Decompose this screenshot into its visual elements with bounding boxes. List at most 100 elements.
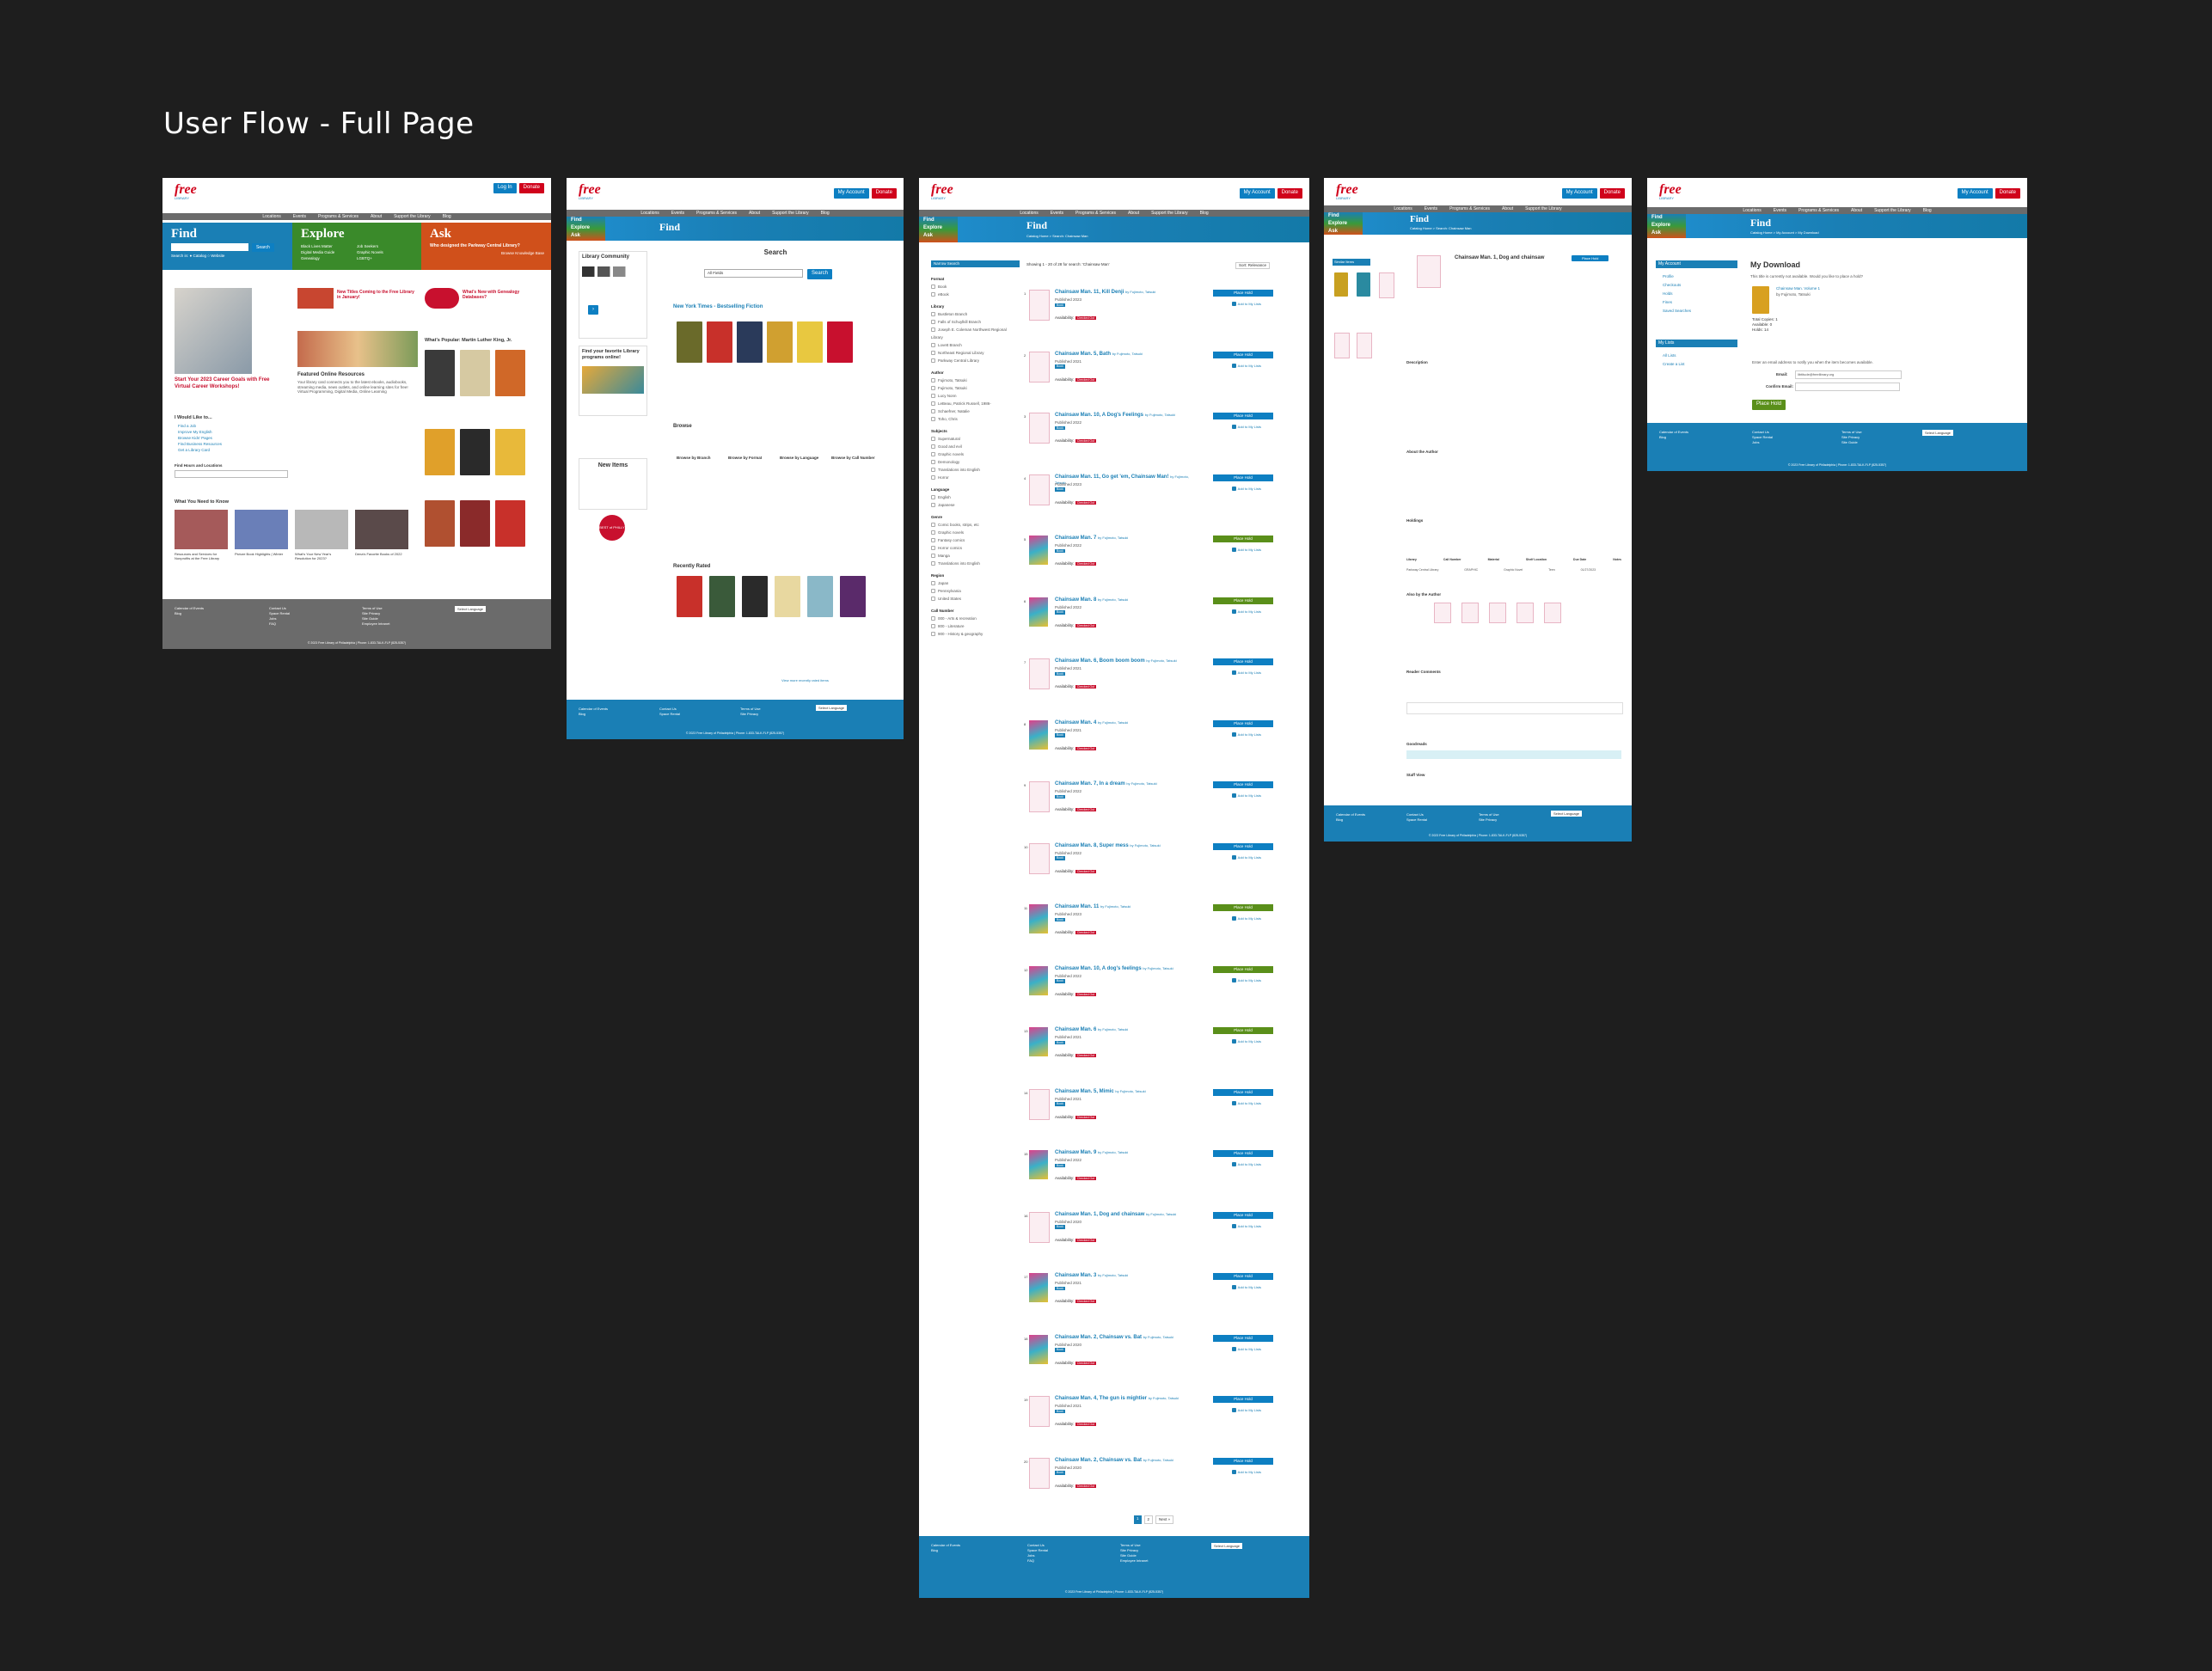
facet-item[interactable]: LeBeau, Patrick Russell, 1986- xyxy=(931,400,1017,407)
section-find[interactable]: Find xyxy=(1324,212,1363,220)
need-image[interactable] xyxy=(295,510,348,549)
email-input[interactable]: libtitude@freelibrary.org xyxy=(1795,370,1902,379)
result-cover-placeholder[interactable] xyxy=(1029,658,1050,689)
sort-select[interactable]: Sort: Relevance xyxy=(1235,262,1271,269)
download-book-title[interactable]: Chainsaw Man. Volume 1 xyxy=(1776,286,1820,291)
book-cover[interactable] xyxy=(677,576,702,617)
book-cover[interactable] xyxy=(677,321,702,363)
ask-link[interactable]: Browse Knowledge Base xyxy=(501,251,544,256)
need-image[interactable] xyxy=(175,510,228,549)
result-title[interactable]: Chainsaw Man. 10, A dog's feelings by Fu… xyxy=(1055,966,1192,973)
footer-link[interactable]: Site Privacy xyxy=(1479,817,1499,823)
author-book[interactable] xyxy=(1461,603,1479,623)
similar-cover[interactable] xyxy=(1357,272,1370,297)
add-to-list-link[interactable]: Add to My Lists xyxy=(1231,1408,1261,1413)
confirm-email-input[interactable] xyxy=(1795,383,1900,391)
result-title[interactable]: Chainsaw Man. 11, Kill Denji by Fujimoto… xyxy=(1055,290,1192,297)
result-cover[interactable] xyxy=(1029,1027,1048,1056)
join-community-button[interactable]: › xyxy=(588,304,598,315)
result-title[interactable]: Chainsaw Man. 2, Chainsaw vs. Bat by Fuj… xyxy=(1055,1335,1192,1342)
section-explore[interactable]: Explore xyxy=(1324,220,1363,228)
place-hold-button[interactable]: Place Hold xyxy=(1213,290,1273,297)
facet-item[interactable]: Joseph E. Coleman Northwest Regional Lib… xyxy=(931,326,1017,341)
book-cover[interactable] xyxy=(742,576,768,617)
facet-item[interactable]: Horror comics xyxy=(931,544,1017,552)
result-title[interactable]: Chainsaw Man. 1, Dog and chainsaw by Fuj… xyxy=(1055,1212,1192,1219)
library-logo[interactable]: free LIBRARY xyxy=(1336,181,1365,200)
place-hold-button[interactable]: Place Hold xyxy=(1213,474,1273,481)
facet-item[interactable]: Bustleton Branch xyxy=(931,310,1017,318)
footer-link[interactable]: FAQ xyxy=(1027,1558,1048,1564)
result-title[interactable]: Chainsaw Man. 3 by Fujimoto, Tatsuki xyxy=(1055,1273,1192,1280)
need-caption[interactable]: Dena's Favorite Books of 2022 xyxy=(355,552,408,556)
result-title[interactable]: Chainsaw Man. 2, Chainsaw vs. Bat by Fuj… xyxy=(1055,1458,1192,1465)
add-to-list-link[interactable]: Add to My Lists xyxy=(1231,1347,1261,1351)
result-cover[interactable] xyxy=(1029,597,1048,627)
facet-item[interactable]: eBook xyxy=(931,291,1017,298)
result-cover-placeholder[interactable] xyxy=(1029,1457,1050,1489)
facet-item[interactable]: Supernatural xyxy=(931,435,1017,443)
nav-about[interactable]: About xyxy=(1128,210,1139,217)
need-caption[interactable]: Picture Book Highlights | Winter xyxy=(235,552,288,556)
add-to-list-link[interactable]: Add to My Lists xyxy=(1231,1039,1261,1044)
place-hold-button[interactable]: Place Hold xyxy=(1752,400,1786,410)
result-title[interactable]: Chainsaw Man. 7, In a dream by Fujimoto,… xyxy=(1055,781,1192,788)
book-cover[interactable] xyxy=(495,500,525,547)
nav-about[interactable]: About xyxy=(749,210,760,217)
result-cover-placeholder[interactable] xyxy=(1029,474,1050,505)
facet-item[interactable]: Manga xyxy=(931,552,1017,560)
nav-programs[interactable]: Programs & Services xyxy=(318,213,358,220)
list-link-all[interactable]: All Lists xyxy=(1663,352,1685,360)
nav-programs[interactable]: Programs & Services xyxy=(1075,210,1116,217)
facet-item[interactable]: Lucy Nonn xyxy=(931,392,1017,400)
library-logo[interactable]: free LIBRARY xyxy=(1659,181,1688,200)
place-hold-button[interactable]: Place Hold xyxy=(1213,842,1273,850)
blog-link[interactable]: Blog xyxy=(175,611,204,616)
place-hold-button[interactable]: Place Hold xyxy=(1213,1334,1273,1342)
add-to-list-link[interactable]: Add to My Lists xyxy=(1231,548,1261,553)
breadcrumb[interactable]: Catalog Home > My Account > My Download xyxy=(1750,230,1819,235)
place-hold-button[interactable]: Place Hold xyxy=(1213,351,1273,358)
nav-locations[interactable]: Locations xyxy=(262,213,280,220)
section-find[interactable]: Find xyxy=(567,217,605,224)
nav-events[interactable]: Events xyxy=(671,210,684,217)
breadcrumb[interactable]: Catalog Home > Search: Chainsaw Man xyxy=(1410,226,1471,230)
nav-locations[interactable]: Locations xyxy=(1743,207,1761,214)
library-logo[interactable]: free LIBRARY xyxy=(175,181,204,200)
comment-input[interactable] xyxy=(1406,702,1623,714)
nav-events[interactable]: Events xyxy=(1774,207,1786,214)
like-item[interactable]: Browse Kids' Pages xyxy=(178,435,222,441)
facet-item[interactable]: Falls of Schuylkill Branch xyxy=(931,318,1017,326)
donate-button[interactable]: Donate xyxy=(1277,188,1302,199)
find-search-button[interactable]: Search xyxy=(252,243,274,253)
section-explore[interactable]: Explore xyxy=(919,224,958,232)
book-cover[interactable] xyxy=(460,500,490,547)
programs-image[interactable] xyxy=(582,365,644,394)
facet-item[interactable]: Fujimoto, Tatsuki xyxy=(931,376,1017,384)
language-select[interactable]: Select Language xyxy=(1551,811,1583,817)
section-ask[interactable]: Ask xyxy=(567,232,605,240)
account-link-profile[interactable]: Profile xyxy=(1663,272,1691,281)
book-cover[interactable] xyxy=(460,429,490,475)
similar-cover[interactable] xyxy=(1357,333,1372,358)
new-titles-link[interactable]: New Titles Coming to the Free Library in… xyxy=(337,290,414,301)
add-to-list-link[interactable]: Add to My Lists xyxy=(1231,978,1261,982)
explore-item[interactable]: Graphic Novels xyxy=(357,249,383,255)
add-to-list-link[interactable]: Add to My Lists xyxy=(1231,1224,1261,1228)
result-cover-placeholder[interactable] xyxy=(1029,781,1050,812)
section-ask[interactable]: Ask xyxy=(919,232,958,240)
add-to-list-link[interactable]: Add to My Lists xyxy=(1231,1285,1261,1290)
add-to-list-link[interactable]: Add to My Lists xyxy=(1231,855,1261,860)
find-search-input[interactable] xyxy=(171,243,248,251)
add-to-list-link[interactable]: Add to My Lists xyxy=(1231,1162,1261,1167)
result-cover-placeholder[interactable] xyxy=(1029,1088,1050,1120)
find-search-scope[interactable]: Search in: ● Catalog ○ Website xyxy=(171,254,224,259)
result-cover-placeholder[interactable] xyxy=(1029,351,1050,383)
book-cover[interactable] xyxy=(709,576,735,617)
facet-item[interactable]: Parkway Central Library xyxy=(931,357,1017,364)
result-title[interactable]: Chainsaw Man. 5, Bath by Fujimoto, Tatsu… xyxy=(1055,352,1192,358)
add-to-list-link[interactable]: Add to My Lists xyxy=(1231,732,1261,737)
language-select[interactable]: Select Language xyxy=(1211,1543,1243,1549)
library-logo[interactable]: free LIBRARY xyxy=(931,181,960,200)
facet-item[interactable]: Lovett Branch xyxy=(931,341,1017,349)
